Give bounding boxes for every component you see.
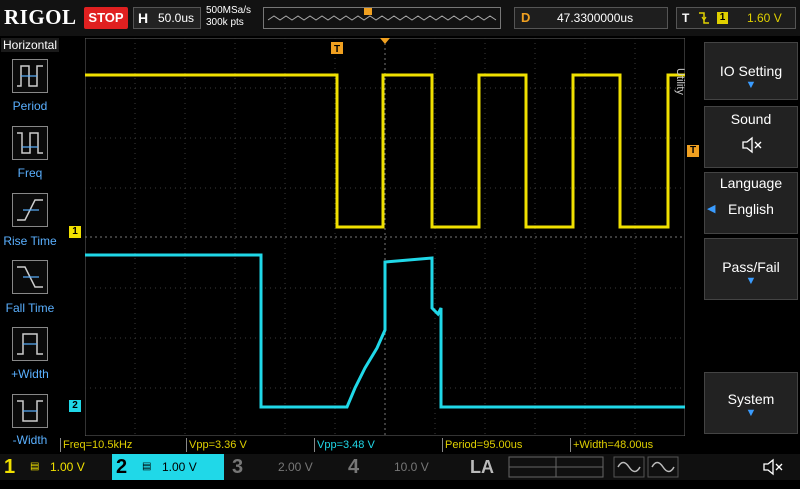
top-status-bar: RIGOL STOP H 50.0us 500MSa/s 300k pts D … bbox=[0, 0, 800, 36]
ch2-number: 2 bbox=[116, 456, 128, 478]
trigger-level: 1.60 V bbox=[747, 11, 782, 25]
run-stop-status[interactable]: STOP bbox=[84, 7, 128, 29]
io-setting-label: IO Setting bbox=[719, 63, 783, 79]
negative-width-label: -Width bbox=[12, 433, 48, 447]
ch2-scale: 1.00 V bbox=[162, 460, 197, 474]
menu-title: Horizontal bbox=[1, 38, 59, 52]
ch3-scale: 2.00 V bbox=[278, 460, 313, 474]
acquisition-info: 500MSa/s 300k pts bbox=[206, 5, 251, 29]
utility-side-label: Utility bbox=[674, 68, 686, 95]
ch1-tab[interactable]: 1 ▤ 1.00 V bbox=[0, 454, 110, 480]
ch1-number: 1 bbox=[4, 456, 16, 478]
timebase-key: H bbox=[138, 10, 149, 26]
io-setting-button[interactable]: IO Setting ▼ bbox=[704, 42, 798, 100]
trigger-level-marker[interactable]: T bbox=[687, 145, 699, 157]
fall-time-label: Fall Time bbox=[5, 301, 55, 315]
speaker-mute-icon bbox=[763, 458, 783, 476]
horizontal-measure-menu: Horizontal Period Freq Rise Time Fall Ti… bbox=[0, 38, 60, 452]
chevron-down-icon: ▼ bbox=[745, 407, 757, 419]
ch2-marker[interactable]: 2 bbox=[69, 400, 81, 412]
freq-label: Freq bbox=[17, 166, 43, 180]
timebase-display[interactable]: H 50.0us bbox=[133, 7, 201, 29]
timebase-value: 50.0us bbox=[158, 11, 195, 25]
measurement-bar: Freq=10.5kHz Vpp=3.36 V Vpp=3.48 V Perio… bbox=[60, 438, 700, 452]
dc-coupling-icon: ▤ bbox=[142, 461, 152, 472]
rise-time-button[interactable] bbox=[12, 193, 48, 227]
sound-label: Sound bbox=[730, 111, 772, 127]
dc-coupling-icon: ▤ bbox=[30, 461, 40, 472]
measurement-ch2-vpp[interactable]: Vpp=3.48 V bbox=[314, 438, 442, 452]
memory-waveform-icon bbox=[267, 8, 497, 21]
delay-value: 47.3300000us bbox=[557, 11, 634, 25]
la-channel-grid-icon bbox=[508, 456, 604, 478]
sample-rate: 500MSa/s bbox=[206, 5, 252, 16]
ch4-number: 4 bbox=[348, 456, 360, 478]
speaker-mute-status[interactable] bbox=[760, 454, 796, 480]
positive-width-button[interactable] bbox=[12, 327, 48, 361]
ch3-number: 3 bbox=[232, 456, 244, 478]
chevron-left-icon: ◀ bbox=[707, 203, 716, 215]
memory-trigger-marker bbox=[364, 8, 372, 15]
memory-depth: 300k pts bbox=[206, 17, 244, 28]
chevron-down-icon: ▼ bbox=[745, 79, 757, 91]
measurement-positive-width[interactable]: +Width=48.00us bbox=[570, 438, 698, 452]
rise-time-icon bbox=[17, 199, 43, 221]
sine-wave-icon bbox=[613, 456, 679, 478]
period-icon bbox=[17, 65, 43, 87]
freq-icon bbox=[17, 132, 43, 154]
falling-edge-icon bbox=[697, 8, 711, 31]
delay-key: D bbox=[521, 10, 531, 25]
ch4-scale: 10.0 V bbox=[394, 460, 429, 474]
measurement-ch1-vpp[interactable]: Vpp=3.36 V bbox=[186, 438, 314, 452]
fall-time-icon bbox=[17, 266, 43, 288]
negative-width-button[interactable] bbox=[12, 394, 48, 428]
positive-width-icon bbox=[17, 333, 43, 355]
language-label: Language bbox=[719, 175, 783, 191]
ch2-tab[interactable]: 2 ▤ 1.00 V bbox=[112, 454, 224, 480]
pass-fail-button[interactable]: Pass/Fail ▼ bbox=[704, 238, 798, 300]
memory-overview bbox=[263, 7, 501, 29]
fall-time-button[interactable] bbox=[12, 260, 48, 294]
channel-status-bar: 1 ▤ 1.00 V 2 ▤ 1.00 V 3 2.00 V 4 10.0 V … bbox=[0, 454, 800, 480]
measurement-period[interactable]: Period=95.00us bbox=[442, 438, 570, 452]
positive-width-label: +Width bbox=[11, 367, 49, 381]
sound-button[interactable]: Sound bbox=[704, 106, 798, 168]
system-label: System bbox=[727, 391, 775, 407]
negative-width-icon bbox=[17, 400, 43, 422]
system-button[interactable]: System ▼ bbox=[704, 372, 798, 434]
chevron-down-icon: ▼ bbox=[745, 275, 757, 287]
ch4-tab[interactable]: 4 10.0 V bbox=[344, 454, 454, 480]
delay-display[interactable]: D 47.3300000us bbox=[514, 7, 668, 29]
trigger-display[interactable]: T 1 1.60 V bbox=[676, 7, 796, 29]
la-label: LA bbox=[470, 457, 494, 477]
la-tab[interactable]: LA bbox=[460, 454, 606, 480]
waveform-display[interactable]: T bbox=[85, 38, 685, 436]
ch1-marker[interactable]: 1 bbox=[69, 226, 81, 238]
period-button[interactable] bbox=[12, 59, 48, 93]
ch1-scale: 1.00 V bbox=[50, 460, 85, 474]
language-button[interactable]: Language ◀ English bbox=[704, 172, 798, 234]
trigger-source-badge: 1 bbox=[717, 12, 728, 24]
utility-menu: Utility IO Setting ▼ Sound Language ◀ En… bbox=[674, 38, 800, 452]
trigger-position-label: T bbox=[334, 44, 340, 55]
period-label: Period bbox=[12, 99, 48, 113]
rigol-logo: RIGOL bbox=[4, 5, 77, 29]
trigger-key: T bbox=[682, 11, 690, 25]
measurement-freq[interactable]: Freq=10.5kHz bbox=[60, 438, 188, 452]
rise-time-label: Rise Time bbox=[3, 234, 57, 248]
language-value: English bbox=[728, 201, 774, 217]
ch3-tab[interactable]: 3 2.00 V bbox=[228, 454, 338, 480]
generator-tabs[interactable] bbox=[612, 454, 682, 480]
language-value-row: ◀ English bbox=[705, 201, 797, 217]
pass-fail-label: Pass/Fail bbox=[722, 259, 780, 275]
speaker-mute-icon bbox=[705, 135, 797, 158]
freq-button[interactable] bbox=[12, 126, 48, 160]
